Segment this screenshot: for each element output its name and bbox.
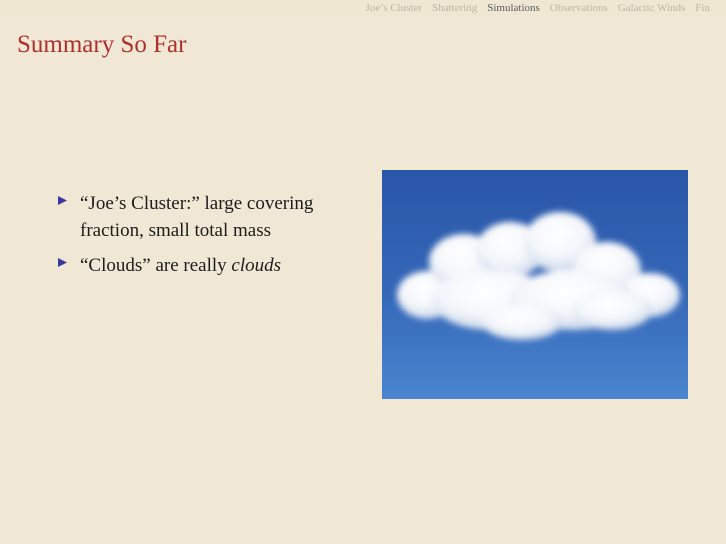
cloud-photo	[382, 170, 688, 399]
bullet-item: “Clouds” are really clouds	[58, 252, 358, 279]
cloud-icon	[382, 170, 688, 399]
nav-joes-cluster[interactable]: Joe’s Cluster	[365, 2, 422, 14]
nav-observations[interactable]: Observations	[550, 2, 608, 14]
nav-shattering[interactable]: Shattering	[432, 2, 477, 14]
nav-fin[interactable]: Fin	[695, 2, 710, 14]
slide-title: Summary So Far	[17, 31, 187, 58]
bullet-text-emphasis: clouds	[231, 255, 282, 276]
bullet-item: “Joe’s Cluster:” large covering fraction…	[58, 190, 358, 244]
nav-simulations[interactable]: Simulations	[487, 2, 540, 14]
triangle-bullet-icon	[58, 252, 80, 267]
bullet-text: “Joe’s Cluster:” large covering fraction…	[80, 193, 314, 241]
triangle-bullet-icon	[58, 190, 80, 205]
bullet-text: “Clouds” are really clouds	[80, 252, 281, 279]
nav-galactic-winds[interactable]: Galactic Winds	[618, 2, 685, 14]
section-navigation: Joe’s Cluster Shattering Simulations Obs…	[0, 0, 726, 16]
bullet-text-plain: “Clouds” are really	[80, 255, 232, 276]
bullet-list: “Joe’s Cluster:” large covering fraction…	[58, 190, 358, 287]
